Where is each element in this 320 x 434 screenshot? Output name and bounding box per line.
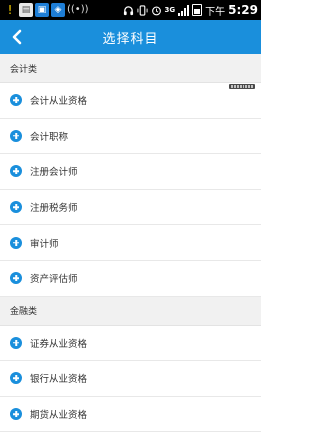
headphones-icon [123, 5, 133, 15]
list-item[interactable]: 资产评估师 [0, 260, 261, 297]
item-label: 证券从业资格 [30, 338, 88, 350]
list-item[interactable]: 证券从业资格 [0, 325, 261, 362]
plus-icon [10, 272, 22, 285]
list-item[interactable]: 注册会计师 [0, 154, 261, 190]
subject-list: 会计类 会计从业资格 会计职称 注册会计师 注册税务师 审计师 资产评估师 金融… [0, 54, 261, 434]
plus-icon [10, 165, 22, 178]
list-item[interactable]: 会计职称 [0, 118, 261, 155]
list-item[interactable]: 审计师 [0, 225, 261, 261]
news-icon: ▤ [19, 3, 33, 17]
item-label: 会计从业资格 [30, 96, 88, 108]
plus-icon [10, 129, 22, 142]
clock: 5:29 [228, 3, 258, 17]
status-bar: ! ▤ ▣ ◈ ((•)) 3G 下午 5:29 [0, 0, 261, 20]
time-prefix: 下午 [205, 6, 226, 18]
network-type: 3G [164, 5, 176, 14]
plus-icon [10, 372, 22, 385]
item-label: 注册税务师 [30, 203, 78, 215]
plus-icon [10, 408, 22, 421]
app-icon: ◈ [51, 3, 65, 17]
section-title: 会计类 [10, 64, 38, 75]
plus-icon [10, 236, 22, 249]
scroll-indicator[interactable] [229, 84, 255, 89]
signal-icon [178, 4, 190, 16]
vibrate-icon [136, 4, 148, 16]
list-item[interactable]: 注册税务师 [0, 189, 261, 226]
notification-icons: ! ▤ ▣ ◈ ((•)) [3, 3, 89, 17]
plus-icon [10, 94, 22, 107]
nav-bar: 选择科目 [0, 20, 261, 54]
back-button[interactable] [4, 24, 30, 50]
warning-icon: ! [7, 3, 13, 17]
list-item[interactable]: 银行从业资格 [0, 361, 261, 397]
item-label: 期货从业资格 [30, 410, 88, 422]
alarm-icon [151, 6, 161, 15]
list-item[interactable]: 期货从业资格 [0, 396, 261, 433]
item-label: 审计师 [30, 238, 59, 250]
section-title: 金融类 [10, 307, 38, 318]
system-icons: 3G 下午 5:29 [123, 3, 258, 18]
page-title: 选择科目 [102, 31, 159, 47]
battery-icon [192, 4, 203, 16]
item-label: 银行从业资格 [30, 374, 88, 386]
section-header-finance: 金融类 [0, 296, 261, 326]
item-label: 注册会计师 [30, 167, 78, 179]
plus-icon [10, 201, 22, 214]
item-label: 资产评估师 [30, 274, 78, 286]
chevron-left-icon [12, 29, 22, 45]
section-header-accounting: 会计类 [0, 54, 261, 83]
app-icon: ▣ [35, 3, 49, 17]
wifi-hotspot-icon: ((•)) [67, 4, 89, 15]
plus-icon [10, 336, 22, 349]
item-label: 会计职称 [30, 131, 69, 143]
list-item[interactable]: 会计从业资格 [0, 83, 261, 119]
